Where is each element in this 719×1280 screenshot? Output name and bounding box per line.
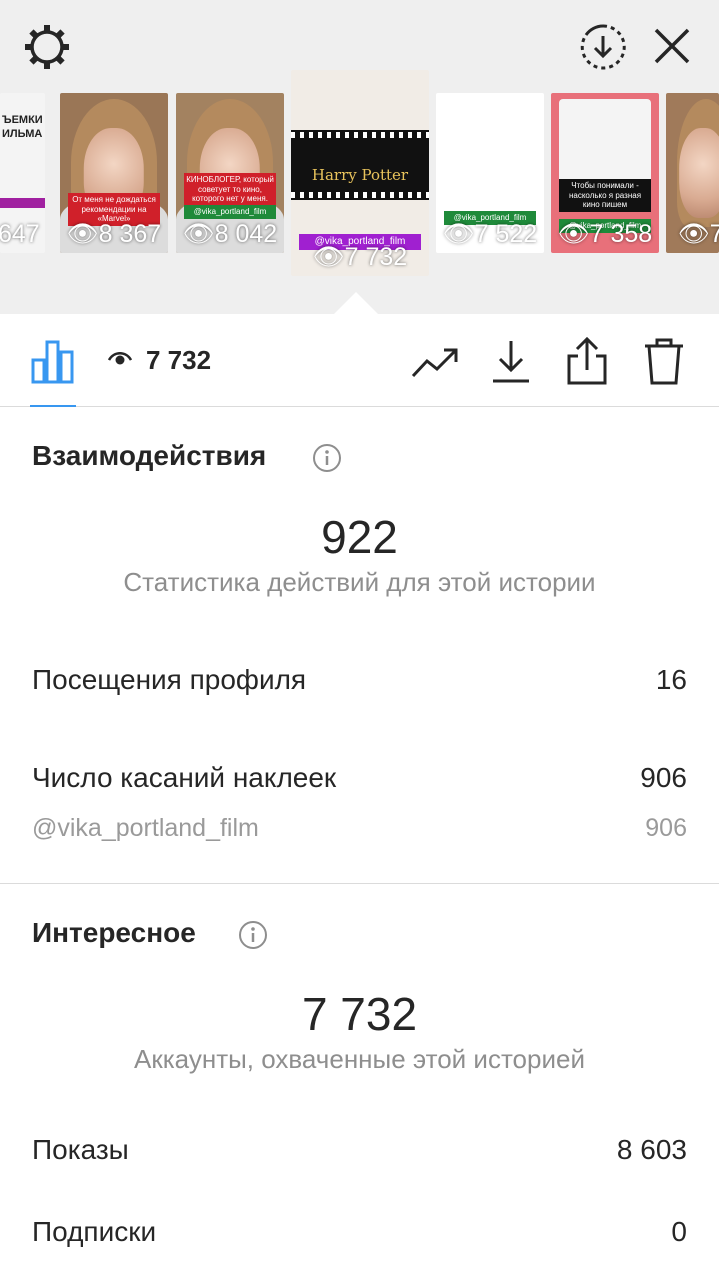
eye-icon bbox=[108, 352, 132, 365]
thumbnail-views: 👁7 358 bbox=[557, 220, 653, 248]
info-icon[interactable] bbox=[312, 443, 342, 473]
sticker-mention-value: 906 bbox=[645, 814, 687, 842]
follows-label: Подписки bbox=[32, 1216, 157, 1247]
story-thumbnail[interactable]: КИНОБЛОГЕР, который советует то кино, ко… bbox=[176, 93, 284, 253]
eye-icon: 👁 bbox=[557, 220, 590, 248]
sticker-taps-label: Число касаний наклеек bbox=[32, 762, 337, 793]
section-divider bbox=[0, 883, 719, 884]
profile-visits-label: Посещения профиля bbox=[32, 664, 307, 695]
story-thumbnail[interactable]: Чтобы понимали - насколько я разная кино… bbox=[551, 93, 659, 253]
eye-icon: 👁 bbox=[66, 220, 99, 248]
story-thumbnail[interactable]: @vika_portland_film 👁7 522 bbox=[436, 93, 544, 253]
share-icon[interactable] bbox=[566, 336, 608, 386]
interactions-caption: Статистика действий для этой истории bbox=[123, 567, 596, 597]
download-circle-icon[interactable] bbox=[578, 22, 628, 72]
thumbnail-text: Harry Potter bbox=[311, 166, 409, 184]
impressions-label: Показы bbox=[32, 1134, 129, 1165]
story-carousel-header: ЪЕМКИ ИЛЬМА 647 От меня не дождаться рек… bbox=[0, 0, 719, 314]
thumbnail-views: 647 bbox=[0, 220, 40, 248]
tab-underline bbox=[30, 405, 76, 407]
story-thumbnail-selected[interactable]: Harry Potter @vika_portland_film 👁7 732 bbox=[291, 70, 429, 276]
interactions-title: Взаимодействия bbox=[32, 440, 267, 471]
interactions-total: 922 bbox=[321, 511, 398, 563]
thumbnail-views: 👁7 bbox=[678, 220, 719, 248]
discovery-total: 7 732 bbox=[301, 988, 418, 1040]
bar-chart-icon[interactable] bbox=[30, 338, 76, 384]
discovery-caption: Аккаунты, охваченные этой историей bbox=[134, 1044, 585, 1074]
thumbnail-views: 👁8 367 bbox=[66, 220, 162, 248]
impressions-value: 8 603 bbox=[616, 1134, 687, 1165]
follows-value: 0 bbox=[671, 1216, 687, 1247]
discovery-title: Интересное bbox=[32, 917, 196, 948]
sticker-taps-value: 906 bbox=[640, 762, 687, 793]
gear-icon[interactable] bbox=[22, 22, 72, 72]
thumbnail-tag: @vika_portland_film bbox=[184, 205, 276, 219]
selected-pointer bbox=[334, 292, 378, 314]
trash-icon[interactable] bbox=[642, 336, 686, 386]
eye-icon: 👁 bbox=[312, 243, 345, 271]
story-thumbnail[interactable]: От меня не дождаться рекомендации на «Ma… bbox=[60, 93, 168, 253]
eye-icon: 👁 bbox=[182, 220, 215, 248]
sticker-mention-label: @vika_portland_film bbox=[32, 814, 259, 842]
thumbnail-views: 👁7 522 bbox=[442, 220, 538, 248]
thumbnail-views: 👁8 042 bbox=[182, 220, 278, 248]
download-icon[interactable] bbox=[490, 338, 532, 384]
profile-visits-value: 16 bbox=[655, 664, 687, 695]
story-thumbnail[interactable]: 👁7 bbox=[666, 93, 719, 253]
info-icon[interactable] bbox=[238, 920, 268, 950]
views-count: 7 732 bbox=[146, 345, 212, 375]
thumbnail-text: КИНОБЛОГЕР, который советует то кино, ко… bbox=[184, 173, 276, 206]
thumbnail-text: ЪЕМКИ ИЛЬМА bbox=[2, 114, 43, 141]
story-thumbnail[interactable]: ЪЕМКИ ИЛЬМА 647 bbox=[0, 93, 45, 253]
close-icon[interactable] bbox=[650, 24, 694, 68]
eye-icon: 👁 bbox=[442, 220, 475, 248]
thumbnail-views: 👁7 732 bbox=[312, 243, 408, 271]
thumbnail-text: Чтобы понимали - насколько я разная кино… bbox=[559, 179, 651, 212]
trend-up-icon[interactable] bbox=[410, 344, 460, 380]
story-toolbar: 7 732 bbox=[0, 314, 719, 407]
eye-icon: 👁 bbox=[678, 220, 710, 248]
